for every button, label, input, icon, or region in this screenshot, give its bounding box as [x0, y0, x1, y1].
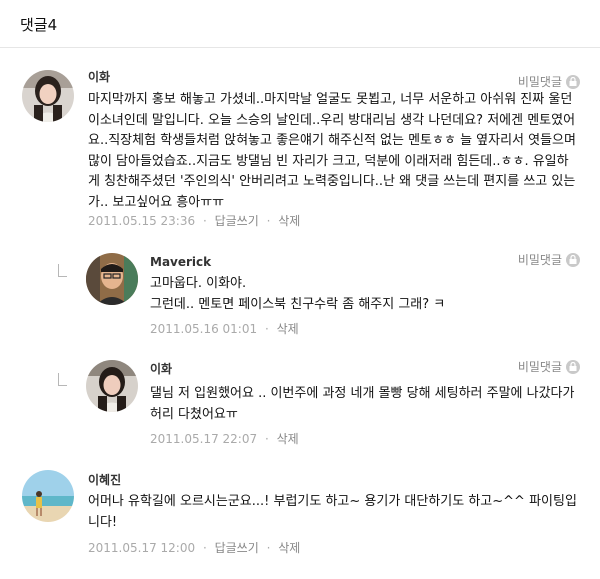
reply-indicator-icon [58, 373, 67, 386]
avatar[interactable] [22, 470, 74, 522]
secret-comment-badge: 비밀댓글 [518, 73, 580, 90]
comment-meta: 2011.05.17 22:07 · 삭제 [150, 432, 299, 446]
avatar[interactable] [86, 253, 138, 305]
secret-label: 비밀댓글 [517, 360, 562, 374]
comment-meta: 2011.05.15 23:36 · 답글쓰기 · 삭제 [88, 214, 301, 228]
comment-date: 2011.05.15 23:36 [88, 214, 196, 228]
comment-text: 어머나 유학길에 오르시는군요...! 부럽기도 하고~ 용기가 대단하기도 하… [88, 494, 577, 530]
avatar-photo-icon [86, 253, 138, 305]
avatar-photo-icon [22, 70, 74, 122]
secret-label: 비밀댓글 [517, 253, 562, 267]
comment-author: 이혜진 [88, 473, 122, 487]
comment-meta: 2011.05.16 01:01 · 삭제 [150, 322, 299, 336]
comment-date: 2011.05.16 01:01 [150, 322, 258, 336]
avatar-photo-icon [86, 360, 138, 412]
delete-button[interactable]: 삭제 [277, 432, 299, 446]
comment-text: 마지막까지 홍보 해놓고 가셨네..마지막날 얼굴도 못뵙고, 너무 서운하고 … [88, 92, 576, 210]
lock-icon [566, 74, 580, 89]
reply-button[interactable]: 답글쓰기 [215, 541, 259, 555]
comment-text-line: 고마웁다. 이화야. [150, 276, 247, 291]
lock-icon [566, 252, 580, 267]
comment-count-header: 댓글4 [20, 16, 58, 34]
comment-author: 이화 [88, 70, 111, 84]
secret-comment-badge: 비밀댓글 [518, 251, 580, 268]
comment-text-line: 그런데.. 멘토면 페이스북 친구수락 좀 해주지 그래? ㅋ [150, 296, 446, 312]
comment-meta: 2011.05.17 12:00 · 답글쓰기 · 삭제 [88, 541, 301, 555]
avatar[interactable] [86, 360, 138, 412]
reply-indicator-icon [58, 264, 67, 277]
comment-date: 2011.05.17 22:07 [150, 432, 258, 446]
avatar[interactable] [22, 70, 74, 122]
avatar-photo-icon [22, 470, 74, 522]
delete-button[interactable]: 삭제 [278, 541, 300, 555]
reply-button[interactable]: 답글쓰기 [215, 214, 259, 228]
lock-icon [566, 359, 580, 374]
delete-button[interactable]: 삭제 [277, 322, 299, 336]
comment-author: 이화 [150, 362, 173, 376]
delete-button[interactable]: 삭제 [278, 214, 300, 228]
comment-author: Maverick [150, 255, 212, 269]
secret-label: 비밀댓글 [517, 75, 562, 89]
secret-comment-badge: 비밀댓글 [518, 358, 580, 375]
comment-date: 2011.05.17 12:00 [88, 541, 196, 555]
divider [0, 47, 600, 48]
comment-text: 댈님 저 입원했어요 .. 이번주에 과정 네개 몰빵 당해 세팅하러 주말에 … [150, 386, 575, 422]
comment-text: 고마웁다. 이화야. 그런데.. 멘토면 페이스북 친구수락 좀 해주지 그래?… [150, 274, 580, 315]
